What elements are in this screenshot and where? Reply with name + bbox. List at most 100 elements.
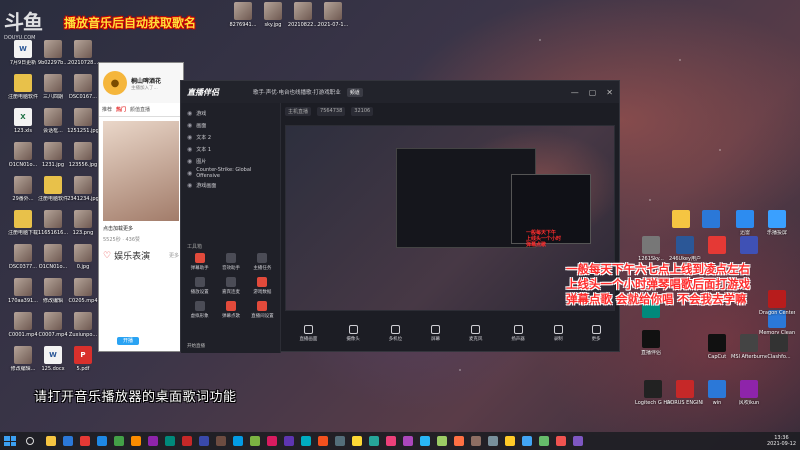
- eye-icon[interactable]: ◉: [187, 134, 192, 141]
- desktop-icon[interactable]: CapCut: [700, 334, 734, 374]
- toolbar-button[interactable]: 直播画面: [299, 324, 317, 342]
- clock[interactable]: 13:36 2021-09-12: [767, 435, 796, 447]
- profile-subtitle: 主播加入了...: [131, 85, 158, 91]
- tool-button[interactable]: 音效助手: [216, 253, 245, 271]
- profile-header: ● 桐山啤酒花 主播加入了...: [99, 63, 183, 103]
- taskbar-app-icon[interactable]: [80, 436, 90, 446]
- search-icon[interactable]: [26, 437, 34, 445]
- taskbar-app-icon[interactable]: [182, 436, 192, 446]
- toolbar-button[interactable]: 更多: [591, 324, 601, 342]
- thumb-file-icon: [14, 176, 32, 194]
- eye-icon[interactable]: ◉: [187, 182, 192, 189]
- desktop-icon[interactable]: 2021-07-1...: [316, 2, 350, 42]
- toolbar-button[interactable]: 摄像头: [346, 324, 360, 342]
- taskbar-app-icon[interactable]: [403, 436, 413, 446]
- taskbar-app-icon[interactable]: [46, 436, 56, 446]
- scene-item[interactable]: ◉ 图片: [181, 155, 280, 167]
- taskbar-app-icon[interactable]: [420, 436, 430, 446]
- tool-button[interactable]: 虚拟形象: [185, 301, 214, 319]
- tool-button[interactable]: 弹幕点歌: [216, 301, 245, 319]
- taskbar-app-icon[interactable]: [301, 436, 311, 446]
- section-more-link[interactable]: 更多: [169, 252, 179, 259]
- taskbar-app-icon[interactable]: [199, 436, 209, 446]
- scene-item[interactable]: ◉ Counter-Strike: Global Offensive: [181, 167, 280, 179]
- thumb-file-icon: [74, 74, 92, 92]
- scene-item[interactable]: ◉ 游戏画面: [181, 179, 280, 191]
- toolbar-button[interactable]: 屏幕: [431, 324, 441, 342]
- tool-button[interactable]: 直播间设置: [248, 301, 277, 319]
- taskbar-app-icon[interactable]: [335, 436, 345, 446]
- taskbar-app-icon[interactable]: [165, 436, 175, 446]
- toolbar-button[interactable]: 多机位: [389, 324, 402, 342]
- desktop-icon-label: DSC0167...: [68, 94, 97, 100]
- taskbar-app-icon[interactable]: [148, 436, 158, 446]
- eye-icon[interactable]: ◉: [187, 146, 192, 153]
- taskbar-app-icon[interactable]: [539, 436, 549, 446]
- desktop-icon[interactable]: win: [700, 380, 734, 420]
- taskbar-app-icon[interactable]: [556, 436, 566, 446]
- taskbar-app-icon[interactable]: [471, 436, 481, 446]
- taskbar-app-icon[interactable]: [488, 436, 498, 446]
- thumbnail-caption: 点击加载更多: [103, 226, 134, 232]
- mobile-preview-window[interactable]: ● 桐山啤酒花 主播加入了... 推荐 热门 颜值直播 点击加载更多 5525秒…: [98, 62, 184, 352]
- taskbar-app-icon[interactable]: [284, 436, 294, 446]
- app-icon: [642, 330, 660, 348]
- desktop-icon[interactable]: Logitech G HUB: [635, 380, 671, 420]
- toolbar-button[interactable]: 麦克风: [469, 324, 482, 342]
- avatar[interactable]: ●: [103, 71, 127, 95]
- desktop-icon[interactable]: 直播伴侣: [634, 330, 668, 370]
- thumb-file-icon: [234, 2, 252, 20]
- taskbar-app-icon[interactable]: [386, 436, 396, 446]
- scene-item[interactable]: ◉ 文本 2: [181, 131, 280, 143]
- windows-start-icon[interactable]: [4, 436, 16, 446]
- scene-label: 游戏画面: [196, 182, 217, 189]
- minimize-icon[interactable]: —: [571, 88, 579, 97]
- desktop-icon[interactable]: P 5.pdf: [66, 346, 100, 386]
- stream-thumbnail[interactable]: [103, 121, 179, 221]
- scene-item[interactable]: ◉ 文本 1: [181, 143, 280, 155]
- taskbar-app-icon[interactable]: [522, 436, 532, 446]
- tab-beauty[interactable]: 颜值直播: [130, 106, 150, 113]
- stream-title[interactable]: 歌手·声优·电台也线播歌·打游戏职业: [253, 88, 341, 96]
- taskbar-app-icon[interactable]: [352, 436, 362, 446]
- scene-item[interactable]: ◉ 画面: [181, 119, 280, 131]
- live-companion-window[interactable]: 直播伴侣 歌手·声优·电台也线播歌·打游戏职业 频道 — ▢ ✕ ◉ 游戏 ◉ 画面 ◉…: [180, 80, 620, 353]
- eye-icon[interactable]: ◉: [187, 158, 192, 165]
- taskbar-app-icon[interactable]: [573, 436, 583, 446]
- eye-icon[interactable]: ◉: [187, 170, 192, 177]
- tool-button[interactable]: 弹幕助手: [185, 253, 214, 271]
- taskbar-app-icon[interactable]: [250, 436, 260, 446]
- tab-recommend[interactable]: 推荐: [102, 106, 112, 113]
- desktop-icon[interactable]: Clashfo...: [762, 334, 796, 374]
- eye-icon[interactable]: ◉: [187, 110, 192, 117]
- tool-button[interactable]: 游戏数据: [248, 277, 277, 295]
- tool-button[interactable]: 主播任务: [248, 253, 277, 271]
- taskbar-app-icon[interactable]: [114, 436, 124, 446]
- channel-badge[interactable]: 频道: [346, 87, 363, 97]
- eye-icon[interactable]: ◉: [187, 122, 192, 129]
- taskbar-app-icon[interactable]: [63, 436, 73, 446]
- toolbar-button[interactable]: 录制: [553, 324, 563, 342]
- taskbar-app-icon[interactable]: [216, 436, 226, 446]
- go-live-button[interactable]: 开播: [117, 337, 139, 345]
- taskbar-app-icon[interactable]: [97, 436, 107, 446]
- taskbar-app-icon[interactable]: [454, 436, 464, 446]
- taskbar-app-icon[interactable]: [318, 436, 328, 446]
- taskbar-app-icon[interactable]: [233, 436, 243, 446]
- taskbar-app-icon[interactable]: [131, 436, 141, 446]
- taskbar-app-icon[interactable]: [267, 436, 277, 446]
- desktop-icon[interactable]: AORUS ENGINE: [667, 380, 703, 420]
- desktop-icon[interactable]: 风吹ikun: [732, 380, 766, 420]
- maximize-icon[interactable]: ▢: [589, 88, 597, 97]
- tool-button[interactable]: 播放设置: [185, 277, 214, 295]
- toolbar-button[interactable]: 扬声器: [511, 324, 525, 342]
- section-entertainment[interactable]: ♡ 娱乐表演 更多: [103, 249, 179, 263]
- tool-button[interactable]: 嘉宾连麦: [216, 277, 245, 295]
- taskbar-app-icon[interactable]: [369, 436, 379, 446]
- tab-hot[interactable]: 热门: [116, 106, 126, 113]
- taskbar-app-icon[interactable]: [437, 436, 447, 446]
- start-live-link[interactable]: 开始直播: [187, 343, 205, 349]
- taskbar-app-icon[interactable]: [505, 436, 515, 446]
- scene-item[interactable]: ◉ 游戏: [181, 107, 280, 119]
- close-icon[interactable]: ✕: [606, 88, 613, 97]
